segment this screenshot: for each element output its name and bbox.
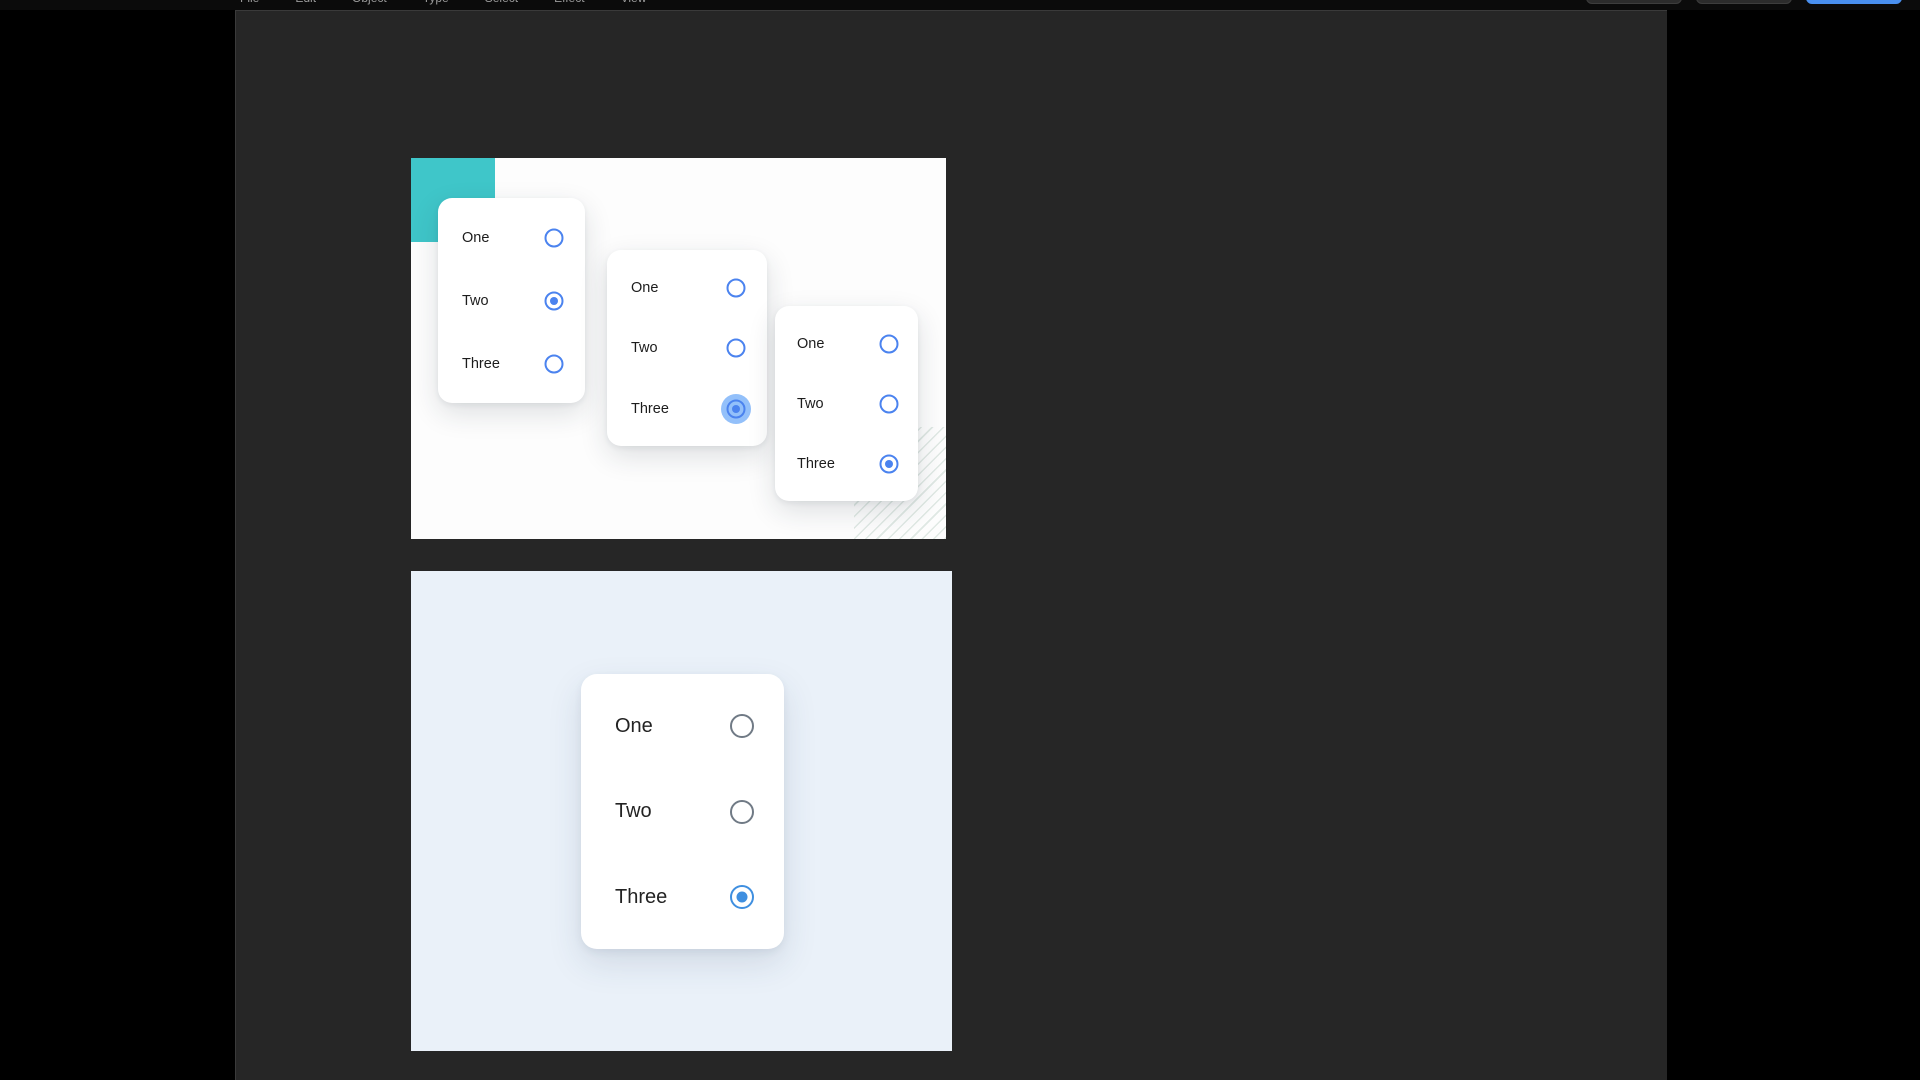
radio-dot-icon bbox=[549, 296, 558, 305]
radio-icon-two-selected[interactable] bbox=[544, 291, 563, 310]
menu-item-view[interactable]: View bbox=[621, 0, 647, 5]
radio-ring-icon bbox=[544, 228, 563, 247]
radio-ring-icon bbox=[730, 714, 754, 738]
radio-label-one: One bbox=[631, 279, 659, 296]
radio-label-three: Three bbox=[615, 885, 668, 908]
radio-label-two: Two bbox=[615, 800, 652, 822]
radio-icon-one[interactable] bbox=[879, 334, 898, 353]
radio-row-two[interactable]: Two bbox=[631, 338, 745, 358]
radio-card-b[interactable]: One Two Three bbox=[607, 250, 767, 446]
radio-label-two: Two bbox=[631, 340, 658, 356]
app-root: File Edit Object Type Select Effect View… bbox=[0, 0, 1920, 1080]
radio-icon-two[interactable] bbox=[879, 394, 898, 413]
radio-row-two[interactable]: Two bbox=[615, 799, 754, 824]
radio-row-one[interactable]: One bbox=[797, 334, 898, 353]
radio-row-three[interactable]: Three bbox=[615, 885, 754, 909]
preview-button[interactable]: Preview bbox=[1696, 0, 1792, 4]
menu-item-file[interactable]: File bbox=[240, 0, 259, 5]
radio-ring-icon bbox=[544, 354, 563, 373]
radio-row-one[interactable]: One bbox=[631, 278, 745, 297]
menu-bar: File Edit Object Type Select Effect View bbox=[240, 0, 646, 5]
menu-item-type[interactable]: Type bbox=[423, 0, 449, 5]
radio-label-three: Three bbox=[631, 400, 669, 417]
radio-label-three: Three bbox=[797, 455, 835, 472]
menu-item-select[interactable]: Select bbox=[485, 0, 518, 5]
radio-icon-three-selected[interactable] bbox=[730, 885, 754, 909]
radio-dot-icon bbox=[736, 891, 748, 903]
radio-icon-two[interactable] bbox=[726, 338, 745, 358]
radio-label-one: One bbox=[462, 229, 490, 246]
radio-row-three[interactable]: Three bbox=[797, 454, 898, 473]
radio-dot-icon bbox=[884, 459, 893, 468]
radio-card-c[interactable]: One Two Three bbox=[775, 306, 918, 501]
radio-icon-two[interactable] bbox=[730, 799, 754, 824]
design-canvas[interactable]: One Two Three One Two Three One Two Thre… bbox=[235, 10, 1667, 1080]
radio-icon-one[interactable] bbox=[730, 714, 754, 738]
radio-row-one[interactable]: One bbox=[615, 714, 754, 738]
artboard-radio-variant-large[interactable]: One Two Three bbox=[411, 571, 952, 1051]
radio-ring-icon bbox=[726, 278, 745, 297]
radio-dot-icon bbox=[731, 404, 740, 413]
radio-ring-icon bbox=[726, 338, 745, 358]
radio-label-two: Two bbox=[462, 292, 489, 309]
radio-row-two[interactable]: Two bbox=[462, 291, 563, 310]
radio-row-three[interactable]: Three bbox=[462, 354, 563, 373]
radio-icon-three-selected-focused[interactable] bbox=[720, 393, 751, 424]
radio-ring-icon bbox=[730, 799, 754, 824]
share-button[interactable]: Share bbox=[1586, 0, 1682, 4]
radio-ring-icon bbox=[879, 394, 898, 413]
menu-item-effect[interactable]: Effect bbox=[554, 0, 584, 5]
radio-icon-three[interactable] bbox=[544, 354, 563, 373]
radio-label-one: One bbox=[615, 714, 653, 737]
radio-ring-icon bbox=[879, 334, 898, 353]
publish-button[interactable]: Publish bbox=[1806, 0, 1902, 4]
radio-icon-one[interactable] bbox=[544, 228, 563, 247]
radio-label-two: Two bbox=[797, 395, 824, 412]
radio-icon-one[interactable] bbox=[726, 278, 745, 297]
radio-row-three[interactable]: Three bbox=[631, 393, 751, 424]
toolbar-actions: Share Preview Publish bbox=[1586, 0, 1902, 4]
radio-label-one: One bbox=[797, 335, 825, 352]
app-toolbar: File Edit Object Type Select Effect View… bbox=[0, 0, 1920, 10]
menu-item-object[interactable]: Object bbox=[352, 0, 387, 5]
radio-label-three: Three bbox=[462, 355, 500, 372]
menu-item-edit[interactable]: Edit bbox=[295, 0, 316, 5]
radio-card-d[interactable]: One Two Three bbox=[581, 674, 784, 949]
artboard-radio-variants-light[interactable]: One Two Three One Two Three One Two Thre… bbox=[411, 158, 946, 539]
radio-card-a[interactable]: One Two Three bbox=[438, 198, 585, 403]
radio-row-two[interactable]: Two bbox=[797, 394, 898, 413]
radio-icon-three-selected[interactable] bbox=[879, 454, 898, 473]
radio-row-one[interactable]: One bbox=[462, 228, 563, 247]
